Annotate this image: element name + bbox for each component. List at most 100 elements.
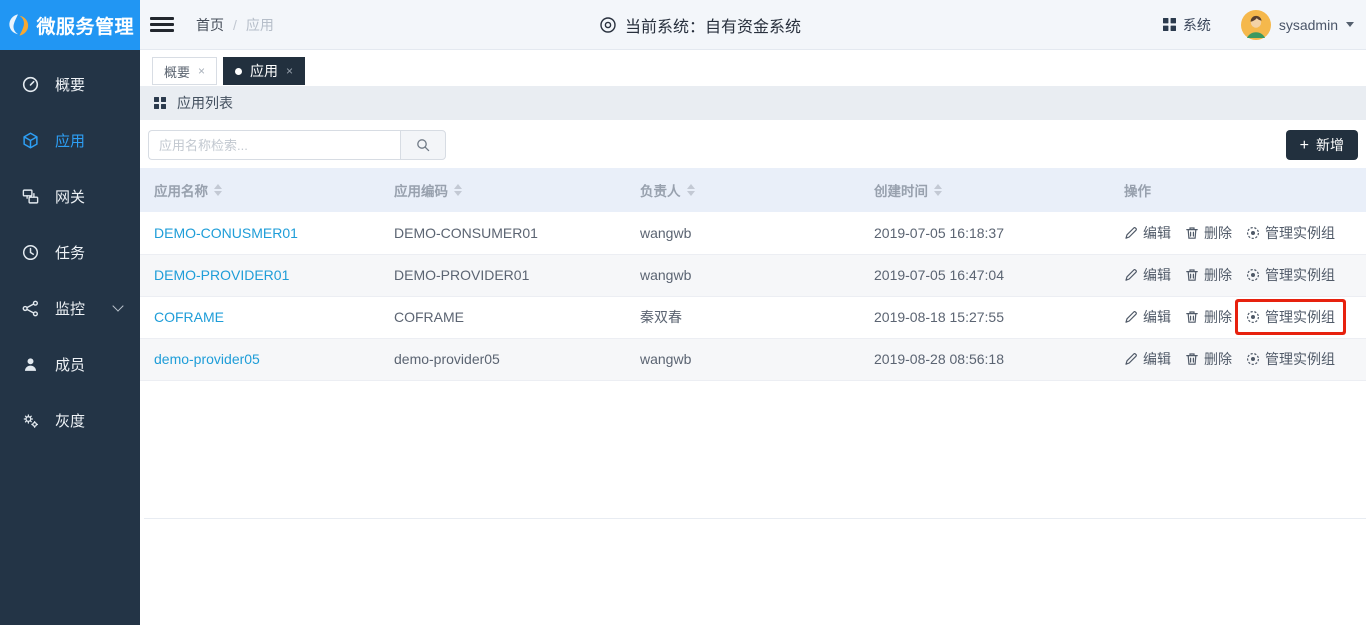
search-button[interactable] [400, 130, 446, 160]
search-group [148, 130, 446, 160]
add-button-label: 新增 [1316, 137, 1344, 153]
sort-icon[interactable] [686, 180, 695, 200]
table-row: DEMO-CONUSMER01 DEMO-CONSUMER01 wangwb 2… [140, 212, 1366, 255]
search-input[interactable] [148, 130, 400, 160]
app-code-cell: COFRAME [380, 296, 626, 339]
sidebar-item-graydeploy[interactable]: 灰度 [0, 392, 140, 448]
row-actions: 编辑 删除 管理实例组 [1124, 265, 1366, 285]
tab-applications[interactable]: 应用 [223, 57, 306, 85]
edit-action[interactable]: 编辑 [1124, 349, 1171, 369]
created-cell: 2019-08-28 08:56:18 [860, 338, 1110, 381]
sidebar-item-members[interactable]: 成员 [0, 336, 140, 392]
edit-action[interactable]: 编辑 [1124, 265, 1171, 285]
app-name-link[interactable]: demo-provider05 [154, 351, 260, 367]
eye-icon [600, 16, 616, 33]
tab-overview[interactable]: 概要 [152, 57, 218, 85]
chevron-down-icon [112, 300, 124, 312]
sort-icon[interactable] [454, 180, 462, 200]
manage-instances-action[interactable]: 管理实例组 [1246, 349, 1335, 369]
manage-instances-action[interactable]: 管理实例组 [1246, 265, 1335, 285]
close-icon[interactable] [286, 65, 293, 77]
delete-action[interactable]: 删除 [1185, 349, 1232, 369]
delete-action[interactable]: 删除 [1185, 265, 1232, 285]
current-system-indicator: 当前系统：自有资金系统 [599, 13, 801, 37]
username: sysadmin [1278, 16, 1338, 33]
table-row: COFRAME COFRAME 秦双春 2019-08-18 15:27:55 … [140, 296, 1366, 339]
breadcrumb: 首页 应用 [196, 15, 274, 35]
nodes-icon [22, 300, 38, 316]
toolbar: 新增 [148, 130, 1358, 160]
table-row: DEMO-PROVIDER01 DEMO-PROVIDER01 wangwb 2… [140, 254, 1366, 297]
row-actions: 编辑 删除 管理实例组 [1124, 349, 1366, 369]
sidebar-item-label: 任务 [55, 244, 86, 262]
target-icon [1246, 268, 1260, 282]
topbar: 首页 应用 当前系统：自有资金系统 系统 sysadmin [140, 0, 1366, 50]
owner-cell: wangwb [626, 212, 860, 255]
sidebar-item-tasks[interactable]: 任务 [0, 224, 140, 280]
column-header-app-name[interactable]: 应用名称 [140, 168, 380, 212]
edit-action[interactable]: 编辑 [1124, 307, 1171, 327]
active-dot-icon [235, 67, 243, 75]
column-header-actions: 操作 [1110, 168, 1366, 212]
target-icon [1246, 352, 1260, 366]
panel-header: 应用列表 [140, 86, 1366, 120]
sidebar-item-label: 应用 [55, 132, 86, 150]
breadcrumb-home[interactable]: 首页 [196, 15, 224, 35]
gauge-icon [22, 76, 39, 92]
row-actions: 编辑 删除 管理实例组 [1124, 223, 1366, 243]
caret-down-icon [1346, 22, 1354, 31]
sidebar: 微服务管理 概要 应用 网关 任务 监控 成员 灰度 [0, 0, 140, 625]
user-icon [24, 357, 37, 371]
trash-icon [1186, 269, 1198, 281]
trash-icon [1186, 227, 1198, 239]
system-menu-label: 系统 [1182, 16, 1211, 33]
column-header-app-code[interactable]: 应用编码 [380, 168, 626, 212]
pencil-icon [1125, 269, 1137, 281]
breadcrumb-separator [233, 17, 237, 33]
row-actions: 编辑 删除 管理实例组 [1124, 307, 1366, 327]
current-system-text: 当前系统：自有资金系统 [624, 18, 802, 36]
breadcrumb-current: 应用 [245, 16, 274, 33]
grid-icon [154, 97, 166, 109]
tab-label: 概要 [164, 64, 191, 80]
app-code-cell: DEMO-PROVIDER01 [380, 254, 626, 297]
sidebar-nav: 概要 应用 网关 任务 监控 成员 灰度 [0, 50, 140, 448]
created-cell: 2019-07-05 16:18:37 [860, 212, 1110, 255]
delete-action[interactable]: 删除 [1185, 307, 1232, 327]
tab-bar: 概要 应用 [140, 50, 1366, 86]
hamburger-menu-icon[interactable] [150, 14, 174, 35]
trash-icon [1186, 311, 1198, 323]
clock-icon [22, 244, 39, 260]
edit-action[interactable]: 编辑 [1124, 223, 1171, 243]
sidebar-item-applications[interactable]: 应用 [0, 112, 140, 168]
manage-instances-action[interactable]: 管理实例组 [1246, 223, 1335, 243]
divider [144, 517, 1366, 519]
app-name-link[interactable]: DEMO-CONUSMER01 [154, 225, 298, 241]
tab-label: 应用 [250, 63, 279, 79]
gateway-icon [22, 188, 39, 204]
pencil-icon [1125, 226, 1137, 239]
delete-action[interactable]: 删除 [1185, 223, 1232, 243]
sort-icon[interactable] [934, 180, 942, 200]
sort-icon[interactable] [214, 180, 222, 200]
user-menu[interactable]: sysadmin [1240, 9, 1354, 40]
column-header-created[interactable]: 创建时间 [860, 168, 1110, 212]
sidebar-item-monitoring[interactable]: 监控 [0, 280, 140, 336]
manage-instances-action[interactable]: 管理实例组 [1238, 302, 1343, 332]
sidebar-item-label: 成员 [55, 356, 86, 374]
app-name-link[interactable]: COFRAME [154, 309, 224, 325]
applications-table: 应用名称 应用编码 负责人 创建时间 操作 DEMO-CONUSMER01 DE… [140, 168, 1366, 381]
grid-icon [1162, 18, 1176, 31]
add-button[interactable]: 新增 [1285, 130, 1358, 160]
close-icon[interactable] [198, 65, 205, 77]
app-name-link[interactable]: DEMO-PROVIDER01 [154, 267, 289, 283]
created-cell: 2019-08-18 15:27:55 [860, 296, 1110, 339]
table-header-row: 应用名称 应用编码 负责人 创建时间 操作 [140, 168, 1366, 212]
owner-cell: wangwb [626, 254, 860, 297]
sidebar-item-overview[interactable]: 概要 [0, 56, 140, 112]
system-menu[interactable]: 系统 [1162, 15, 1211, 35]
sidebar-item-gateway[interactable]: 网关 [0, 168, 140, 224]
column-header-owner[interactable]: 负责人 [626, 168, 860, 212]
topbar-right: 系统 sysadmin [1162, 9, 1354, 40]
pencil-icon [1125, 311, 1137, 323]
